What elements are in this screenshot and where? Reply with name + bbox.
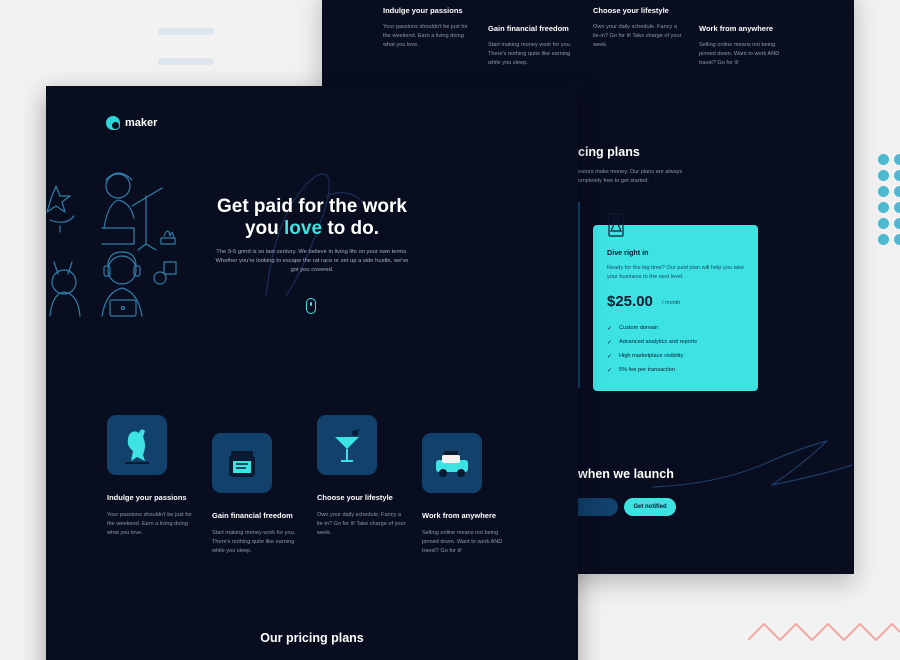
- logo-text: maker: [125, 117, 158, 129]
- feature-text: Selling online means not being pinned do…: [422, 530, 503, 554]
- creators-illustration-left: [46, 172, 177, 317]
- plan-feature: ✓ Custom domain: [607, 325, 659, 332]
- pricing-text-line: eators make money. Our plans are always: [578, 169, 683, 175]
- plan-price: $25.00: [607, 293, 653, 310]
- work-anywhere-icon: [422, 433, 482, 493]
- feature-text: Start making money work for you. There's…: [488, 42, 572, 66]
- get-notified-button[interactable]: Get notified: [624, 498, 676, 516]
- hero-description: The 9-5 grind is so last century. We bel…: [215, 249, 409, 273]
- plan-title: Dive right in: [607, 248, 649, 257]
- feature-text: Selling online means not being pinned do…: [699, 42, 780, 66]
- feature-title: Work from anywhere: [699, 24, 774, 33]
- plan-description: Ready for the big time? Our paid plan wi…: [607, 265, 745, 280]
- feature-title: Choose your lifestyle: [317, 493, 393, 502]
- plan-feature: ✓ High marketplace visibility: [607, 353, 684, 360]
- check-icon: ✓: [607, 367, 613, 374]
- feature-title: Indulge your passions: [383, 6, 463, 15]
- lifestyle-icon: [317, 415, 377, 475]
- check-icon: ✓: [607, 325, 613, 332]
- pricing-title-partial: cing plans: [578, 145, 640, 159]
- decoration-bar: [158, 28, 214, 35]
- front-page-preview: maker Get paid for the work you love to …: [46, 86, 578, 660]
- feature-text: Start making money work for you. There's…: [212, 530, 296, 554]
- feature-text: Your passions shouldn't be just for the …: [107, 512, 192, 536]
- zigzag-decoration: [748, 622, 900, 642]
- plan-feature: ✓ 5% fee per transaction: [607, 367, 676, 374]
- scribble-decoration: [652, 440, 852, 488]
- feature-text: Own your daily schedule. Fancy a lie-in?…: [593, 24, 682, 48]
- hero-title-line2: you love to do.: [244, 218, 380, 239]
- pricing-plan-card: Dive right in Ready for the big time? Ou…: [593, 213, 758, 391]
- hero-title-accent: love: [284, 218, 323, 239]
- flask-icon: [608, 213, 624, 237]
- feature-title: Gain financial freedom: [212, 511, 293, 520]
- feature-text: Your passions shouldn't be just for the …: [383, 24, 468, 48]
- feature-text: Own your daily schedule. Fancy a lie-in?…: [317, 512, 406, 536]
- plan-feature: ✓ Advanced analytics and reports: [607, 339, 698, 346]
- check-icon: ✓: [607, 353, 613, 360]
- plan-feature-list: ✓ Custom domain ✓ Advanced analytics and r…: [607, 321, 697, 377]
- check-icon: ✓: [607, 339, 613, 346]
- decoration-bar: [158, 58, 214, 65]
- passions-icon: [107, 415, 167, 475]
- scroll-mouse-icon[interactable]: [306, 298, 316, 314]
- email-input[interactable]: [576, 498, 618, 516]
- feature-title: Work from anywhere: [422, 511, 497, 520]
- feature-title: Choose your lifestyle: [593, 6, 669, 15]
- notify-title-partial: when we launch: [578, 467, 674, 481]
- pricing-text-line: ompletely free to get started.: [578, 178, 649, 184]
- dot-pattern: [878, 154, 900, 245]
- logo[interactable]: maker: [106, 116, 157, 130]
- financial-icon: [212, 433, 272, 493]
- hero-title-line1: Get paid for the work: [216, 196, 408, 217]
- hero-title: Get paid for the work you love to do.: [206, 196, 418, 240]
- plan-period: / month: [662, 300, 681, 306]
- feature-title: Gain financial freedom: [488, 24, 569, 33]
- maker-logo-icon: [106, 116, 120, 130]
- feature-title: Indulge your passions: [107, 493, 187, 502]
- pricing-title: Our pricing plans: [260, 631, 364, 645]
